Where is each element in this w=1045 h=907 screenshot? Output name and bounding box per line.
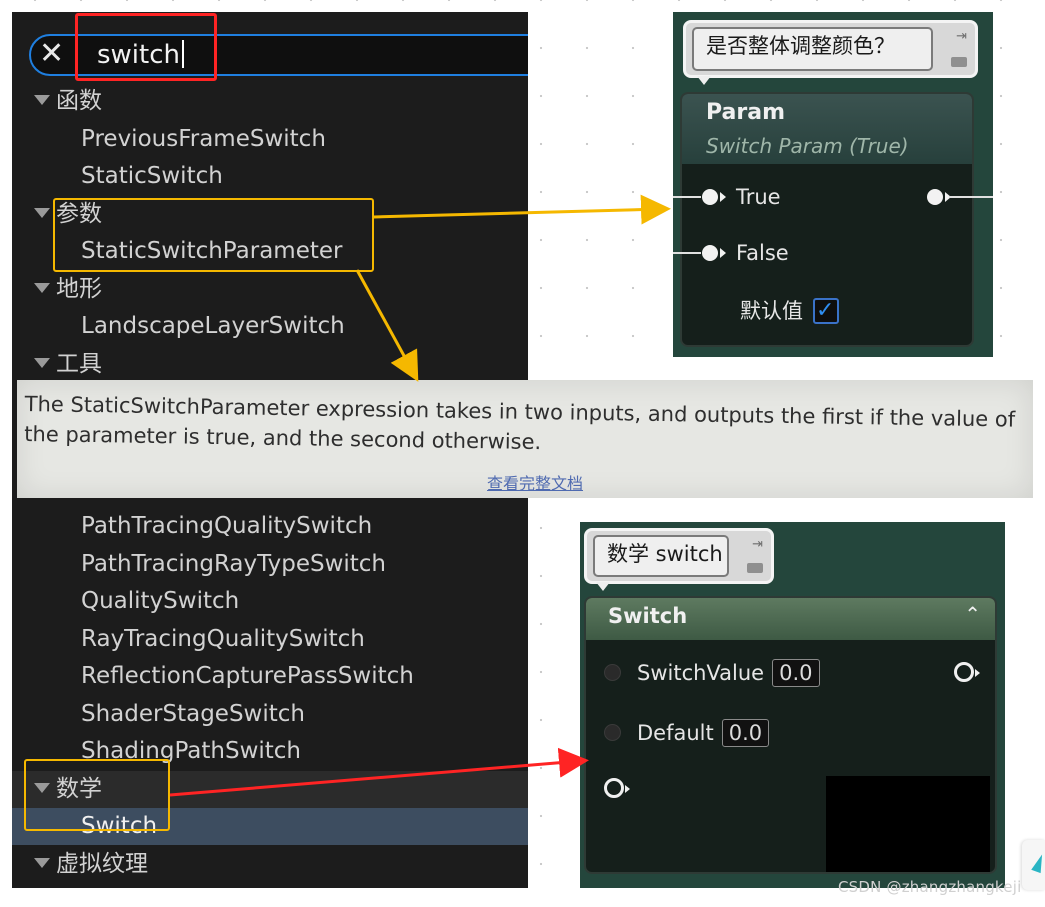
arrow-to-param-node — [373, 194, 671, 225]
annotation-arrows — [169, 194, 671, 797]
arrow-to-tooltip — [355, 269, 419, 382]
corner-widget[interactable] — [1022, 840, 1045, 890]
arrow-to-switch-node — [169, 747, 589, 797]
watermark: CSDN @zhangzhangkeji — [838, 878, 1022, 896]
